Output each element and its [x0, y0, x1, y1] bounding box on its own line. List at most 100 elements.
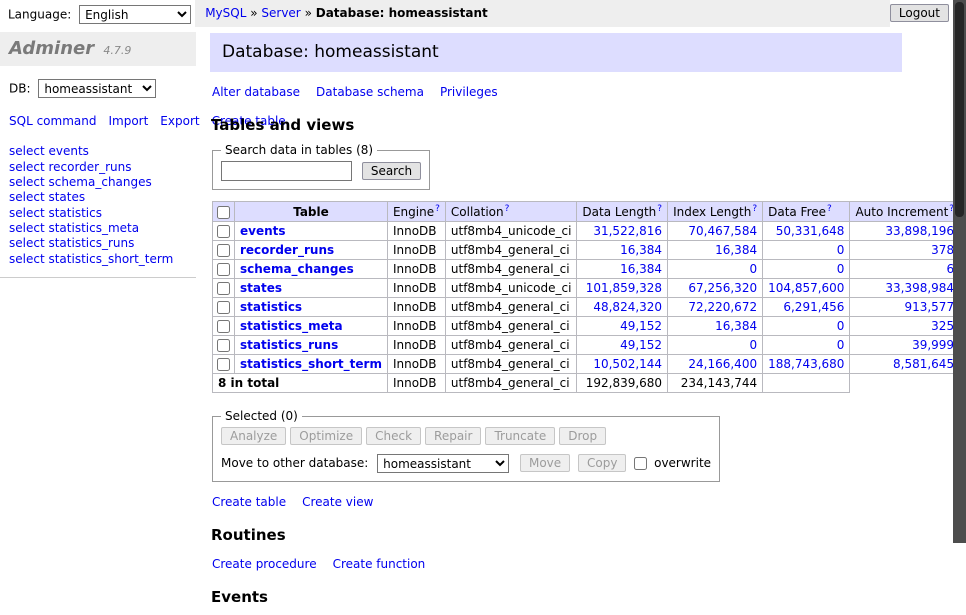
table-link-statistics[interactable]: statistics	[240, 300, 302, 314]
auto-increment-cell[interactable]: 39,999	[850, 336, 960, 355]
truncate-button[interactable]: Truncate	[485, 427, 555, 445]
help-link-data-length[interactable]: ?	[657, 204, 662, 214]
sidebar-select-statistics-runs-link[interactable]: select statistics_runs	[9, 236, 196, 251]
row-checkbox[interactable]	[217, 301, 230, 314]
data-free-cell[interactable]: 6,291,456	[763, 298, 850, 317]
data-free-cell[interactable]: 0	[763, 336, 850, 355]
database-schema-link[interactable]: Database schema	[316, 85, 424, 99]
breadcrumb-separator: »	[246, 6, 261, 20]
create-function-link[interactable]: Create function	[333, 557, 426, 571]
row-checkbox[interactable]	[217, 244, 230, 257]
sidebar-select-statistics-meta-link[interactable]: select statistics_meta	[9, 221, 196, 236]
alter-database-link[interactable]: Alter database	[212, 85, 300, 99]
help-link-engine[interactable]: ?	[435, 204, 440, 214]
index-length-cell[interactable]: 24,166,400	[668, 355, 763, 374]
optimize-button[interactable]: Optimize	[290, 427, 362, 445]
create-table-link[interactable]: Create table	[212, 495, 286, 509]
table-link-states[interactable]: states	[240, 281, 282, 295]
db-select[interactable]: homeassistant	[38, 79, 156, 98]
index-length-cell[interactable]: 0	[668, 260, 763, 279]
create-view-link[interactable]: Create view	[302, 495, 373, 509]
data-length-cell[interactable]: 49,152	[577, 336, 668, 355]
table-row-schema-changes: schema_changesInnoDButf8mb4_general_ci16…	[213, 260, 966, 279]
data-length-cell[interactable]: 10,502,144	[577, 355, 668, 374]
table-link-statistics-runs[interactable]: statistics_runs	[240, 338, 338, 352]
sidebar-select-statistics-link[interactable]: select statistics	[9, 206, 196, 221]
overwrite-checkbox[interactable]	[634, 457, 647, 470]
table-link-statistics-short-term[interactable]: statistics_short_term	[240, 357, 382, 371]
data-length-cell[interactable]: 101,859,328	[577, 279, 668, 298]
sidebar-select-events-link[interactable]: select events	[9, 144, 196, 159]
sidebar-select-schema-changes-link[interactable]: select schema_changes	[9, 175, 196, 190]
data-free-cell[interactable]: 0	[763, 317, 850, 336]
search-button[interactable]: Search	[362, 162, 421, 180]
row-checkbox[interactable]	[217, 358, 230, 371]
sidebar: Adminer 4.7.9 DB: homeassistant SQL comm…	[0, 27, 196, 278]
auto-increment-cell[interactable]: 33,898,196	[850, 222, 960, 241]
data-free-cell[interactable]: 0	[763, 260, 850, 279]
row-checkbox[interactable]	[217, 225, 230, 238]
index-length-cell[interactable]: 0	[668, 336, 763, 355]
copy-button[interactable]: Copy	[578, 454, 626, 472]
help-link-collation[interactable]: ?	[505, 204, 510, 214]
auto-increment-cell[interactable]: 913,577	[850, 298, 960, 317]
data-length-cell[interactable]: 16,384	[577, 241, 668, 260]
index-length-cell[interactable]: 16,384	[668, 317, 763, 336]
data-length-cell[interactable]: 48,824,320	[577, 298, 668, 317]
auto-increment-cell[interactable]: 8,581,645	[850, 355, 960, 374]
row-checkbox[interactable]	[217, 263, 230, 276]
data-free-cell[interactable]: 104,857,600	[763, 279, 850, 298]
sidebar-select-states-link[interactable]: select states	[9, 190, 196, 205]
sidebar-select-recorder-runs-link[interactable]: select recorder_runs	[9, 160, 196, 175]
row-select-cell	[213, 355, 235, 374]
create-procedure-link[interactable]: Create procedure	[212, 557, 317, 571]
table-link-schema-changes[interactable]: schema_changes	[240, 262, 354, 276]
breadcrumb-server[interactable]: Server	[261, 6, 300, 20]
index-length-cell[interactable]: 72,220,672	[668, 298, 763, 317]
data-length-cell[interactable]: 49,152	[577, 317, 668, 336]
data-free-cell[interactable]: 50,331,648	[763, 222, 850, 241]
table-link-statistics-meta[interactable]: statistics_meta	[240, 319, 343, 333]
scrollbar-thumb[interactable]	[955, 2, 964, 217]
auto-increment-cell[interactable]: 325	[850, 317, 960, 336]
table-link-recorder-runs[interactable]: recorder_runs	[240, 243, 334, 257]
analyze-button[interactable]: Analyze	[221, 427, 286, 445]
data-length-cell[interactable]: 31,522,816	[577, 222, 668, 241]
table-link-events[interactable]: events	[240, 224, 286, 238]
engine-cell: InnoDB	[387, 260, 445, 279]
index-length-cell[interactable]: 16,384	[668, 241, 763, 260]
scrollbar[interactable]	[953, 0, 966, 543]
search-input[interactable]	[221, 161, 352, 181]
total-label: 8 in total	[213, 374, 388, 393]
auto-increment-cell[interactable]: 6	[850, 260, 960, 279]
move-db-select[interactable]: homeassistant	[377, 454, 509, 473]
repair-button[interactable]: Repair	[425, 427, 481, 445]
row-checkbox[interactable]	[217, 282, 230, 295]
select-all-checkbox[interactable]	[217, 206, 230, 219]
sidebar-select-statistics-short-term-link[interactable]: select statistics_short_term	[9, 252, 196, 267]
language-select[interactable]: English	[79, 5, 191, 24]
row-checkbox[interactable]	[217, 320, 230, 333]
table-row-states: statesInnoDButf8mb4_unicode_ci101,859,32…	[213, 279, 966, 298]
breadcrumb-mysql[interactable]: MySQL	[205, 6, 246, 20]
sidebar-sql-command-link[interactable]: SQL command	[9, 114, 96, 128]
check-button[interactable]: Check	[366, 427, 421, 445]
help-link-data-free[interactable]: ?	[827, 204, 832, 214]
index-length-cell[interactable]: 67,256,320	[668, 279, 763, 298]
overwrite-label[interactable]: overwrite	[654, 456, 711, 470]
move-button[interactable]: Move	[520, 454, 570, 472]
collation-cell: utf8mb4_general_ci	[445, 336, 577, 355]
sidebar-import-link[interactable]: Import	[108, 114, 148, 128]
auto-increment-cell[interactable]: 33,398,984	[850, 279, 960, 298]
data-free-cell[interactable]: 0	[763, 241, 850, 260]
logout-button[interactable]: Logout	[890, 4, 949, 22]
privileges-link[interactable]: Privileges	[440, 85, 498, 99]
auto-increment-cell[interactable]: 378	[850, 241, 960, 260]
data-free-cell[interactable]: 188,743,680	[763, 355, 850, 374]
row-checkbox[interactable]	[217, 339, 230, 352]
index-length-cell[interactable]: 70,467,584	[668, 222, 763, 241]
data-length-cell[interactable]: 16,384	[577, 260, 668, 279]
sidebar-export-link[interactable]: Export	[160, 114, 199, 128]
drop-button[interactable]: Drop	[559, 427, 606, 445]
help-link-index-length[interactable]: ?	[752, 204, 757, 214]
